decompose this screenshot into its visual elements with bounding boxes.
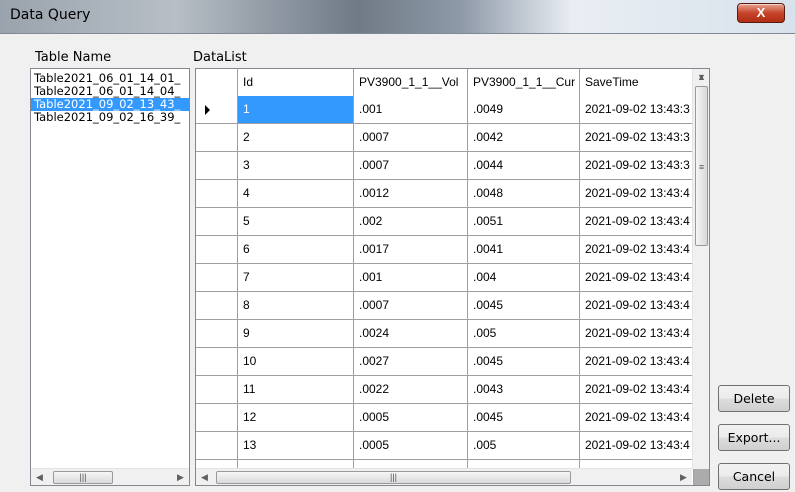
grid-cell[interactable]: .0007: [354, 152, 468, 180]
grid-cell[interactable]: 8: [238, 292, 354, 320]
grid-cell[interactable]: .0043: [468, 376, 580, 404]
row-header[interactable]: [196, 320, 238, 348]
scroll-left-arrow-icon[interactable]: ◀: [31, 469, 48, 486]
grid-cell[interactable]: .0005: [354, 432, 468, 460]
grid-cell[interactable]: .0048: [468, 180, 580, 208]
grid-cell[interactable]: 2021-09-02 13:43:3: [580, 152, 694, 180]
grid-cell[interactable]: .0012: [354, 180, 468, 208]
grid-vscrollbar[interactable]: ▲ ≡ ▼: [692, 69, 709, 469]
row-header[interactable]: [196, 96, 238, 124]
close-button[interactable]: X: [737, 3, 785, 23]
scroll-left-arrow-icon[interactable]: ◀: [196, 469, 213, 485]
table-name-label: Table Name: [35, 50, 112, 65]
grid-cell[interactable]: .002: [354, 208, 468, 236]
cancel-button[interactable]: Cancel: [718, 463, 790, 490]
grid-cell[interactable]: 2021-09-02 13:43:4: [580, 404, 694, 432]
current-row-arrow-icon: [205, 105, 210, 115]
row-header[interactable]: [196, 180, 238, 208]
grid-cell[interactable]: 2021-09-02 13:43:4: [580, 236, 694, 264]
row-header[interactable]: [196, 348, 238, 376]
grid-cell[interactable]: .001: [354, 264, 468, 292]
grid-cell[interactable]: 5: [238, 208, 354, 236]
grid-cell[interactable]: 2021-09-02 13:43:4: [580, 292, 694, 320]
grid-cell[interactable]: 3: [238, 152, 354, 180]
grid-cell[interactable]: 6: [238, 236, 354, 264]
grid-cell[interactable]: .0007: [354, 124, 468, 152]
grid-cell[interactable]: .004: [468, 264, 580, 292]
grid-cell[interactable]: 2021-09-02 13:43:4: [580, 208, 694, 236]
grid-hscrollbar[interactable]: ◀ ||| ▶: [196, 468, 692, 485]
table-list-item[interactable]: Table2021_09_02_13_43_: [31, 98, 189, 111]
row-header[interactable]: [196, 404, 238, 432]
grid-cell[interactable]: .005: [468, 432, 580, 460]
grid-cell[interactable]: 12: [238, 404, 354, 432]
grid-cell[interactable]: 2021-09-02 13:43:4: [580, 320, 694, 348]
scroll-right-arrow-icon[interactable]: ▶: [675, 469, 692, 485]
grid-cell[interactable]: .0027: [354, 348, 468, 376]
grid-cell[interactable]: .005: [468, 320, 580, 348]
table-list-item[interactable]: Table2021_09_02_16_39_: [31, 111, 189, 124]
grid-cell[interactable]: .0041: [468, 236, 580, 264]
grid-cell[interactable]: 2021-09-02 13:43:4: [580, 348, 694, 376]
column-header[interactable]: PV3900_1_1__Cur: [468, 69, 580, 97]
grid-cell[interactable]: 1: [238, 96, 354, 124]
scroll-down-arrow-icon[interactable]: ▼: [693, 69, 709, 86]
grid-cell[interactable]: .0045: [468, 292, 580, 320]
scroll-thumb[interactable]: |||: [53, 471, 113, 484]
row-header[interactable]: [196, 208, 238, 236]
grid-cell[interactable]: 9: [238, 320, 354, 348]
grid-cell[interactable]: 10: [238, 348, 354, 376]
row-header[interactable]: [196, 292, 238, 320]
table-list-item[interactable]: Table2021_06_01_14_01_: [31, 72, 189, 85]
grid-cell[interactable]: 2021-09-02 13:43:3: [580, 124, 694, 152]
grid-cell[interactable]: 7: [238, 264, 354, 292]
data-grid[interactable]: Id PV3900_1_1__Vol PV3900_1_1__Cur SaveTime…: [195, 68, 710, 486]
grid-cell[interactable]: 2: [238, 124, 354, 152]
grid-cell[interactable]: .0024: [354, 320, 468, 348]
row-header[interactable]: [196, 152, 238, 180]
grid-cell[interactable]: .0051: [468, 208, 580, 236]
grid-cell[interactable]: .0007: [354, 292, 468, 320]
grid-cell[interactable]: .0044: [468, 152, 580, 180]
close-icon: X: [756, 5, 766, 20]
scroll-right-arrow-icon[interactable]: ▶: [172, 469, 189, 486]
row-header[interactable]: [196, 236, 238, 264]
grid-corner: [196, 69, 238, 97]
grid-cell[interactable]: .0017: [354, 236, 468, 264]
grid-cell[interactable]: 2021-09-02 13:43:3: [580, 96, 694, 124]
table-list-hscrollbar[interactable]: ◀ ||| ▶: [31, 468, 189, 485]
window-title: Data Query: [10, 7, 91, 23]
grid-cell[interactable]: 2021-09-02 13:43:4: [580, 432, 694, 460]
grid-cell[interactable]: 11: [238, 376, 354, 404]
grid-cell[interactable]: .0042: [468, 124, 580, 152]
datalist-label: DataList: [193, 50, 247, 65]
grid-cell[interactable]: 4: [238, 180, 354, 208]
column-header[interactable]: Id: [238, 69, 354, 97]
scroll-thumb[interactable]: |||: [216, 471, 571, 484]
grid-cell[interactable]: .0049: [468, 96, 580, 124]
grid-cell[interactable]: 2021-09-02 13:43:4: [580, 264, 694, 292]
grid-cell[interactable]: .0045: [468, 348, 580, 376]
table-list-item[interactable]: Table2021_06_01_14_04_: [31, 85, 189, 98]
column-header[interactable]: PV3900_1_1__Vol: [354, 69, 468, 97]
export-button[interactable]: Export...: [718, 424, 790, 451]
title-bar: Data Query X: [0, 0, 795, 34]
grid-cell[interactable]: 2021-09-02 13:43:4: [580, 180, 694, 208]
row-header[interactable]: [196, 432, 238, 460]
delete-button[interactable]: Delete: [718, 385, 790, 412]
grid-cell[interactable]: 2021-09-02 13:43:4: [580, 376, 694, 404]
row-header[interactable]: [196, 264, 238, 292]
column-header[interactable]: SaveTime: [580, 69, 694, 97]
row-header[interactable]: [196, 124, 238, 152]
scroll-thumb[interactable]: ≡: [695, 86, 708, 246]
grid-cell[interactable]: .001: [354, 96, 468, 124]
grid-cell[interactable]: .0005: [354, 404, 468, 432]
row-header[interactable]: [196, 376, 238, 404]
grid-cell[interactable]: .0022: [354, 376, 468, 404]
grid-cell[interactable]: .0045: [468, 404, 580, 432]
grid-cell[interactable]: 13: [238, 432, 354, 460]
table-name-list[interactable]: Table2021_06_01_14_01_ Table2021_06_01_14…: [30, 68, 190, 486]
